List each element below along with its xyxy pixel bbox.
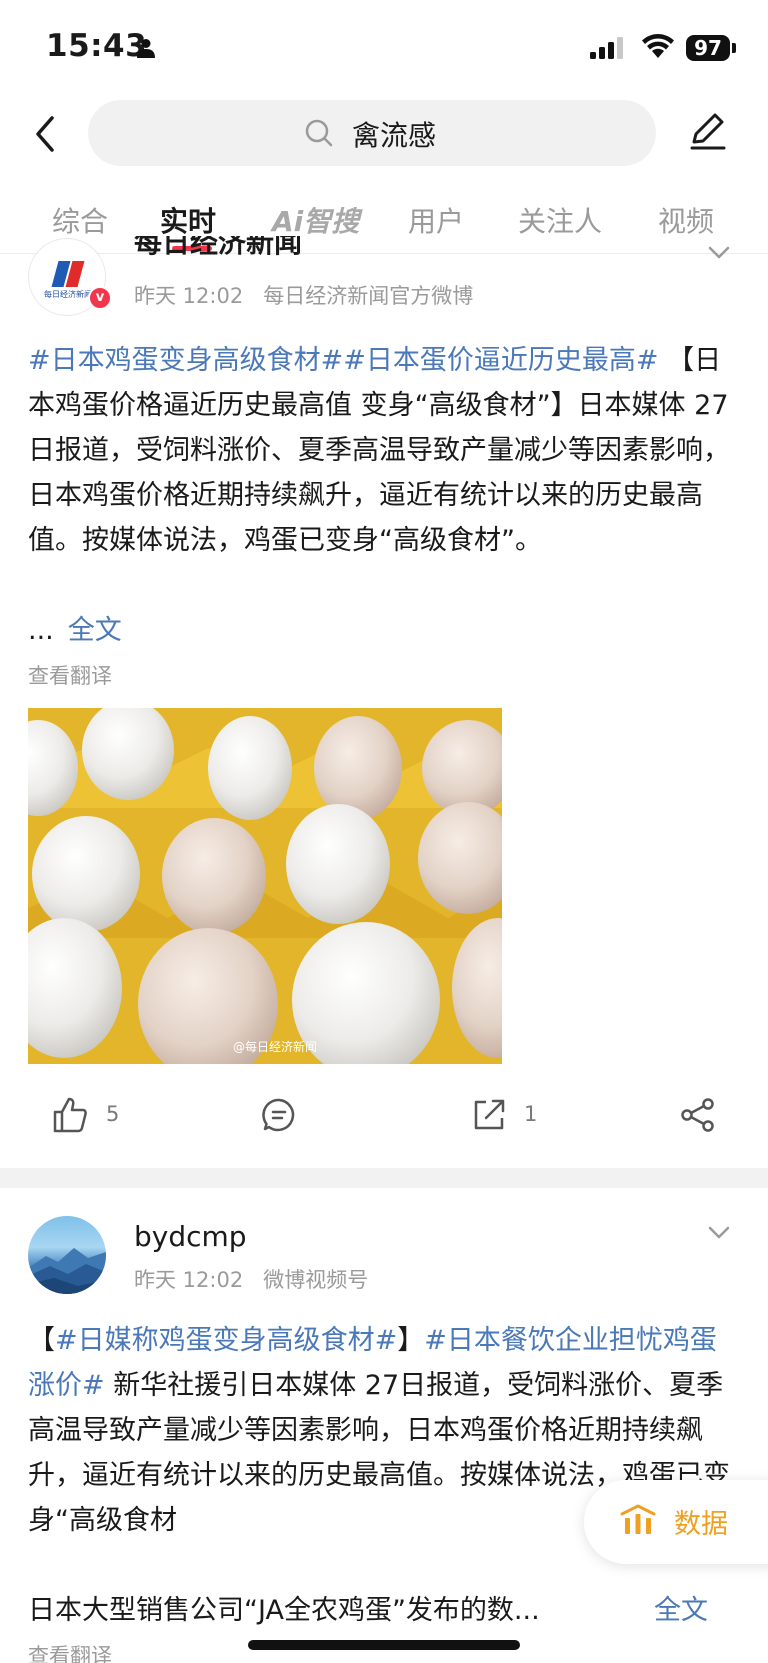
more-line: ... 全文 bbox=[28, 608, 122, 647]
tab-following[interactable]: 关注人 bbox=[518, 200, 602, 240]
repost-count: 1 bbox=[524, 1102, 538, 1126]
person-icon bbox=[137, 39, 155, 58]
post-source: 每日经济新闻官方微博 bbox=[263, 284, 474, 308]
translate-link[interactable]: 查看翻译 bbox=[28, 660, 112, 690]
comment-icon[interactable] bbox=[262, 1098, 296, 1132]
tab-video[interactable]: 视频 bbox=[658, 200, 714, 240]
home-indicator bbox=[248, 1640, 520, 1650]
mountain-avatar-image bbox=[28, 1248, 106, 1294]
search-input[interactable]: 禽流感 bbox=[88, 100, 656, 166]
status-bar: 15:43 97 bbox=[0, 0, 768, 96]
search-query: 禽流感 bbox=[352, 119, 437, 152]
post-divider bbox=[0, 1168, 768, 1188]
ellipsis: ... bbox=[28, 615, 54, 646]
battery-cap bbox=[732, 43, 736, 53]
avatar[interactable] bbox=[28, 1216, 106, 1294]
tab-users[interactable]: 用户 bbox=[408, 200, 464, 240]
hashtag-link[interactable]: #日本鸡蛋变身高级食材##日本蛋价逼近历史最高# bbox=[28, 345, 659, 376]
chevron-down-icon[interactable] bbox=[708, 1226, 730, 1240]
share-icon[interactable] bbox=[680, 1098, 716, 1132]
status-time: 15:43 bbox=[46, 28, 148, 64]
post-image[interactable]: @每日经济新闻 bbox=[28, 708, 502, 1064]
chart-icon bbox=[620, 1504, 656, 1534]
tab-bar: 综合 实时 Ai智搜 用户 关注人 视频 bbox=[0, 190, 768, 254]
post-text-line: 日本大型销售公司“JA全农鸡蛋”发布的数... bbox=[28, 1595, 540, 1626]
like-count: 5 bbox=[106, 1102, 120, 1126]
data-button-label: 数据 bbox=[674, 1509, 728, 1540]
action-bar: 5 1 bbox=[0, 1086, 768, 1146]
image-watermark: @每日经济新闻 bbox=[233, 1040, 318, 1054]
post-meta: 昨天 12:02 微博视频号 bbox=[134, 1264, 368, 1294]
post-source: 微博视频号 bbox=[263, 1268, 369, 1292]
bracket-close: 】 bbox=[397, 1325, 425, 1356]
hashtag-link[interactable]: #日媒称鸡蛋变身高级食材# bbox=[55, 1325, 397, 1356]
signal-icon bbox=[590, 37, 623, 59]
back-icon[interactable] bbox=[30, 112, 60, 156]
compose-icon[interactable] bbox=[686, 110, 728, 152]
author-name[interactable]: bydcmp bbox=[134, 1220, 247, 1253]
post-time: 昨天 12:02 bbox=[134, 1268, 244, 1292]
verified-badge: v bbox=[88, 286, 112, 310]
tab-ai-search[interactable]: Ai智搜 bbox=[272, 200, 359, 240]
data-button[interactable]: 数据 bbox=[584, 1480, 768, 1564]
wifi-icon bbox=[642, 34, 674, 58]
post-text: 【日本鸡蛋价格逼近历史最高值 变身“高级食材”】日本媒体 27日报道，受饲料涨价… bbox=[28, 345, 730, 556]
bracket-open: 【 bbox=[28, 1325, 55, 1356]
like-icon[interactable] bbox=[52, 1096, 88, 1134]
repost-icon[interactable] bbox=[472, 1098, 506, 1132]
post-text-continued: 日本大型销售公司“JA全农鸡蛋”发布的数... 全文 bbox=[28, 1588, 740, 1633]
full-text-link[interactable]: 全文 bbox=[68, 615, 122, 646]
chevron-down-icon[interactable] bbox=[708, 246, 730, 260]
post-meta: 昨天 12:02 每日经济新闻官方微博 bbox=[134, 280, 473, 310]
post-body: #日本鸡蛋变身高级食材##日本蛋价逼近历史最高# 【日本鸡蛋价格逼近历史最高值 … bbox=[28, 338, 740, 563]
search-icon bbox=[305, 119, 333, 147]
full-text-link[interactable]: 全文 bbox=[654, 1588, 708, 1633]
translate-link[interactable]: 查看翻译 bbox=[28, 1640, 112, 1663]
tab-comprehensive[interactable]: 综合 bbox=[52, 200, 108, 240]
author-name[interactable]: 每日经济新闻 bbox=[134, 236, 302, 256]
egg-photo bbox=[28, 708, 502, 1064]
post-time: 昨天 12:02 bbox=[134, 284, 244, 308]
tab-realtime[interactable]: 实时 bbox=[160, 200, 216, 240]
battery-indicator: 97 bbox=[686, 35, 730, 61]
